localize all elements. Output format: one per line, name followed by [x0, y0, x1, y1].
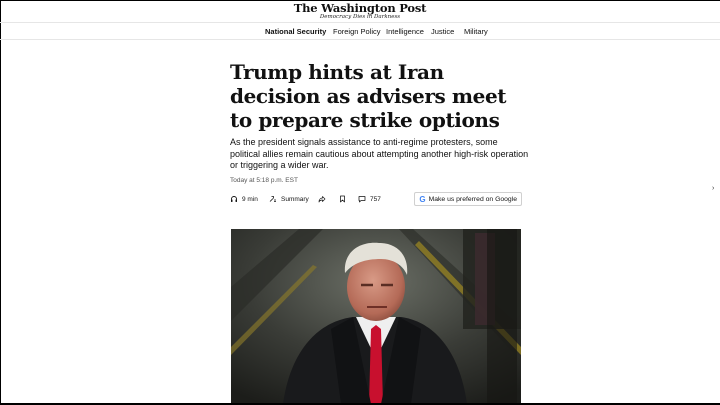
nav-item-foreign-policy[interactable]: Foreign Policy — [333, 27, 381, 37]
masthead: The Washington Post Democracy Dies in Da… — [0, 1, 720, 22]
comments-button[interactable]: 757 — [358, 194, 381, 204]
chevron-right-icon[interactable]: › — [712, 185, 714, 192]
site-tagline: Democracy Dies in Darkness — [319, 14, 401, 20]
headphones-icon — [230, 195, 238, 203]
summary-icon — [269, 195, 277, 203]
nav-item-intelligence[interactable]: Intelligence — [386, 27, 424, 37]
lead-photo[interactable] — [231, 229, 521, 404]
comment-icon — [358, 195, 366, 203]
article-timestamp: Today at 5:18 p.m. EST — [230, 177, 298, 184]
article-toolbar: 9 min Summary 757 G Make us preferred on… — [230, 191, 522, 207]
google-preferred-button[interactable]: G Make us preferred on Google — [414, 192, 522, 206]
bookmark-button[interactable] — [339, 194, 346, 204]
share-icon — [318, 195, 326, 203]
nav-item-justice[interactable]: Justice — [431, 27, 454, 37]
site-logo[interactable]: The Washington Post — [0, 1, 720, 14]
summary-label: Summary — [281, 195, 309, 203]
summary-button[interactable]: Summary — [269, 194, 309, 204]
listen-button[interactable]: 9 min — [230, 194, 258, 204]
nav-item-military[interactable]: Military — [464, 27, 488, 37]
nav-item-national-security[interactable]: National Security — [265, 27, 326, 37]
bookmark-icon — [339, 195, 346, 203]
google-icon: G — [419, 194, 426, 204]
share-button[interactable] — [318, 194, 326, 204]
window-border-left — [0, 0, 1, 405]
listen-duration: 9 min — [242, 195, 258, 203]
section-nav: National Security Foreign Policy Intelli… — [0, 22, 720, 40]
comments-count: 757 — [370, 195, 381, 203]
google-preferred-label: Make us preferred on Google — [428, 195, 517, 203]
article-headline: Trump hints at Iran decision as advisers… — [230, 60, 507, 132]
article-dek: As the president signals assistance to a… — [230, 137, 529, 170]
